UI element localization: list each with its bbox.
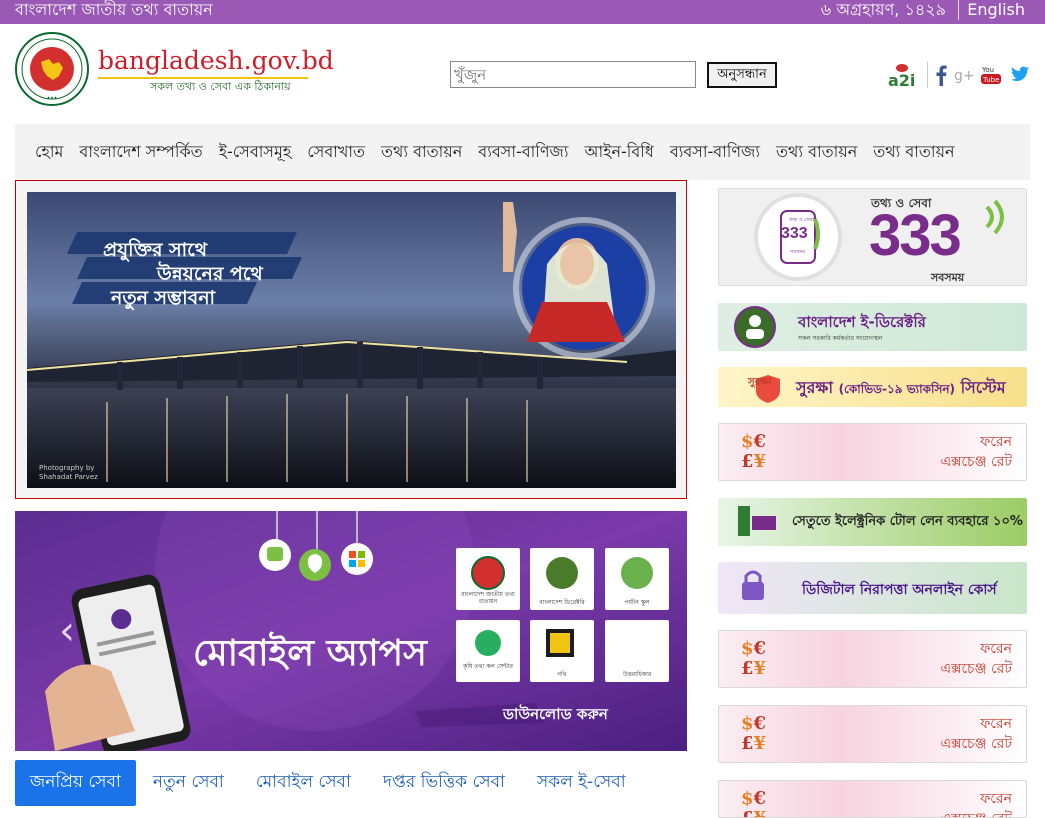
site-logo-text[interactable]: bangladesh.gov.bd	[98, 46, 334, 75]
nav-item-info-portal[interactable]: তথ্য বাতায়ন	[381, 139, 462, 166]
search-button[interactable]: অনুসন্ধান	[707, 62, 777, 88]
tab-popular-services[interactable]: জনপ্রিয় সেবা	[15, 760, 136, 806]
header: ••• bangladesh.gov.bd সকল তথ্য ও সেবা এক…	[15, 24, 1030, 124]
app-tile-label-6[interactable]: উত্তরাধিকার	[604, 669, 670, 680]
apps-title: মোবাইল অ্যাপস	[193, 633, 427, 674]
nav-item-info-portal-2[interactable]: তথ্য বাতায়ন	[776, 139, 857, 166]
forex-label: ফরেন এক্সচেঞ্জ রেট	[940, 714, 1012, 754]
currency-icon: $€£¥	[741, 713, 767, 754]
app-tile-label-2[interactable]: বাংলাদেশ ডিরেক্টরি	[529, 597, 595, 608]
e-directory-subtitle: সকল সরকারি কর্মকর্তার সংযোগস্থল	[798, 335, 883, 342]
nav-item-business-2[interactable]: ব্যবসা-বাণিজ্য	[670, 139, 760, 166]
banner-333[interactable]: তথ্য ও সেবা 333 সবসময় তথ্য ও সেবা 333 স…	[718, 188, 1027, 286]
banner-digital-security[interactable]: ডিজিটাল নিরাপত্তা অনলাইন কোর্স	[718, 562, 1027, 614]
nav-item-e-services[interactable]: ই-সেবাসমূহ	[219, 139, 292, 166]
top-bar: বাংলাদেশ জাতীয় তথ্য বাতায়ন ৬ অগ্রহায়ণ…	[0, 0, 1045, 24]
photo-credit-label: Photography by	[39, 464, 95, 472]
svg-text:Tube: Tube	[982, 76, 999, 84]
nav-item-laws-rules[interactable]: আইন-বিধি	[584, 139, 653, 166]
site-name: বাংলাদেশ জাতীয় তথ্য বাতায়ন	[15, 0, 213, 19]
banner-forex-4[interactable]: $€£¥ ফরেন এক্সচেঞ্জ রেট	[718, 780, 1027, 818]
photo-credit: Photography by Shahadat Parvez	[39, 464, 98, 482]
banner-forex-2[interactable]: $€ £¥ ফরেন এক্সচেঞ্জ রেট	[718, 630, 1027, 688]
tab-mobile-services[interactable]: মোবাইল সেবা	[256, 769, 351, 797]
forex-label-a: ফরেন	[980, 434, 1012, 450]
setu-toll-title: সেতুতে ইলেক্ট্রনিক টোল লেন ব্যবহারে ১০% …	[792, 514, 1027, 529]
nav-item-business[interactable]: ব্যবসা-বাণিজ্য	[478, 139, 568, 166]
333-phone-sub-text: সবসময়	[790, 249, 806, 255]
app-tile-label-4[interactable]: কৃষি তথ্য কল সেন্টার	[455, 663, 521, 670]
language-switch-link[interactable]: English	[967, 0, 1025, 20]
forex-label-a: ফরেন	[980, 716, 1012, 732]
banner-surokkha[interactable]: সুরক্ষা সুরক্ষা (কোভিড-১৯ ভ্যাকসিন) সিস্…	[718, 367, 1027, 407]
service-tabs: জনপ্রিয় সেবা নতুন সেবা মোবাইল সেবা দপ্ত…	[15, 760, 658, 806]
333-phone-top-text: তথ্য ও সেবা	[789, 217, 814, 223]
apps-download-text[interactable]: ডাউনলোড করুন	[503, 703, 608, 728]
svg-text:g+: g+	[954, 68, 974, 84]
nav-item-home[interactable]: হোম	[35, 139, 63, 166]
surokkha-subtitle: (কোভিড-১৯ ভ্যাকসিন)	[838, 382, 956, 396]
google-plus-icon[interactable]: g+	[954, 65, 974, 85]
surokkha-title-word: সুরক্ষা	[796, 378, 833, 397]
currency-icon: $€£¥	[741, 638, 767, 679]
forex-label-b: এক্সচেঞ্জ রেট	[940, 736, 1012, 752]
main-nav: হোম বাংলাদেশ সম্পর্কিত ই-সেবাসমূহ সেবাখা…	[15, 124, 1030, 180]
hero-line-3: নতুন সম্ভাবনা	[111, 287, 216, 309]
social-links: a2i g+ You Tube	[887, 60, 1030, 90]
search-input[interactable]	[450, 61, 696, 88]
mobile-apps-banner[interactable]: মোবাইল অ্যাপস ডাউনলোড করুন বাংলাদেশ জাতী…	[15, 511, 687, 751]
digital-security-title: ডিজিটাল নিরাপত্তা অনলাইন কোর্স	[802, 582, 997, 598]
app-tile-label-5[interactable]: নথি	[529, 669, 595, 680]
banner-forex-1[interactable]: $€ £¥ ফরেন এক্সচেঞ্জ রেট	[718, 423, 1027, 481]
banner-forex-3[interactable]: $€ £¥ ফরেন এক্সচেঞ্জ রেট	[718, 705, 1027, 763]
carousel-prev-arrow[interactable]: ‹	[59, 611, 75, 651]
333-sub-text: সবসময়	[931, 271, 965, 284]
svg-text:•••: •••	[47, 95, 58, 102]
site-tagline: সকল তথ্য ও সেবা এক ঠিকানায়	[150, 80, 291, 93]
app-tile-label-1[interactable]: বাংলাদেশ জাতীয় তথ্য বাতায়ন	[455, 591, 521, 605]
facebook-icon[interactable]	[934, 64, 948, 86]
date-display: ৬ অগ্রহায়ণ, ১৪২৯	[821, 0, 959, 20]
hero-slider[interactable]: প্রযুক্তির সাথে উন্নয়নের পথে নতুন সম্ভা…	[15, 180, 687, 499]
surokkha-suffix: সিস্টেম	[960, 378, 1006, 397]
social-divider	[927, 62, 928, 88]
banner-e-directory[interactable]: বাংলাদেশ ই-ডিরেক্টরি সকল সরকারি কর্মকর্ত…	[718, 303, 1027, 351]
forex-label: ফরেন এক্সচেঞ্জ রেট	[940, 432, 1012, 472]
twitter-icon[interactable]	[1008, 65, 1030, 85]
banner-setu-toll[interactable]: সেতুতে ইলেক্ট্রনিক টোল লেন ব্যবহারে ১০% …	[718, 498, 1027, 546]
currency-icon: $€£¥	[741, 431, 767, 472]
a2i-logo-icon[interactable]: a2i	[887, 60, 921, 90]
forex-label: ফরেন এক্সচেঞ্জ রেট	[940, 639, 1012, 679]
nav-item-service-sectors[interactable]: সেবাখাত	[307, 139, 365, 166]
youtube-icon[interactable]: You Tube	[980, 64, 1002, 86]
forex-label-b: এক্সচেঞ্জ রেট	[940, 809, 1012, 817]
hero-image: প্রযুক্তির সাথে উন্নয়নের পথে নতুন সম্ভা…	[27, 192, 676, 488]
nav-item-about-bangladesh[interactable]: বাংলাদেশ সম্পর্কিত	[79, 139, 202, 166]
forex-label-a: ফরেন	[980, 641, 1012, 657]
app-tile-label-3[interactable]: পর্যটন স্কুল	[604, 597, 670, 608]
svg-text:You: You	[981, 66, 994, 74]
tab-office-services[interactable]: দপ্তর ভিত্তিক সেবা	[383, 769, 505, 797]
surokkha-title: সুরক্ষা (কোভিড-১৯ ভ্যাকসিন) সিস্টেম	[796, 375, 1006, 402]
333-phone-number: 333	[781, 225, 808, 242]
svg-text:a2i: a2i	[888, 71, 915, 90]
tab-all-e-services[interactable]: সকল ই-সেবা	[537, 769, 626, 797]
forex-label-b: এক্সচেঞ্জ রেট	[940, 454, 1012, 470]
333-number: 333	[869, 203, 962, 268]
nav-item-info-portal-3[interactable]: তথ্য বাতায়ন	[873, 139, 954, 166]
forex-label: ফরেন এক্সচেঞ্জ রেট	[940, 789, 1012, 817]
photo-credit-name: Shahadat Parvez	[39, 473, 98, 481]
forex-label-b: এক্সচেঞ্জ রেট	[940, 661, 1012, 677]
currency-icon: $€£¥	[741, 788, 767, 818]
forex-label-a: ফরেন	[980, 791, 1012, 807]
tab-new-services[interactable]: নতুন সেবা	[153, 769, 224, 797]
surokkha-badge: সুরক্ষা	[748, 377, 772, 388]
government-emblem-icon[interactable]: •••	[15, 32, 89, 106]
